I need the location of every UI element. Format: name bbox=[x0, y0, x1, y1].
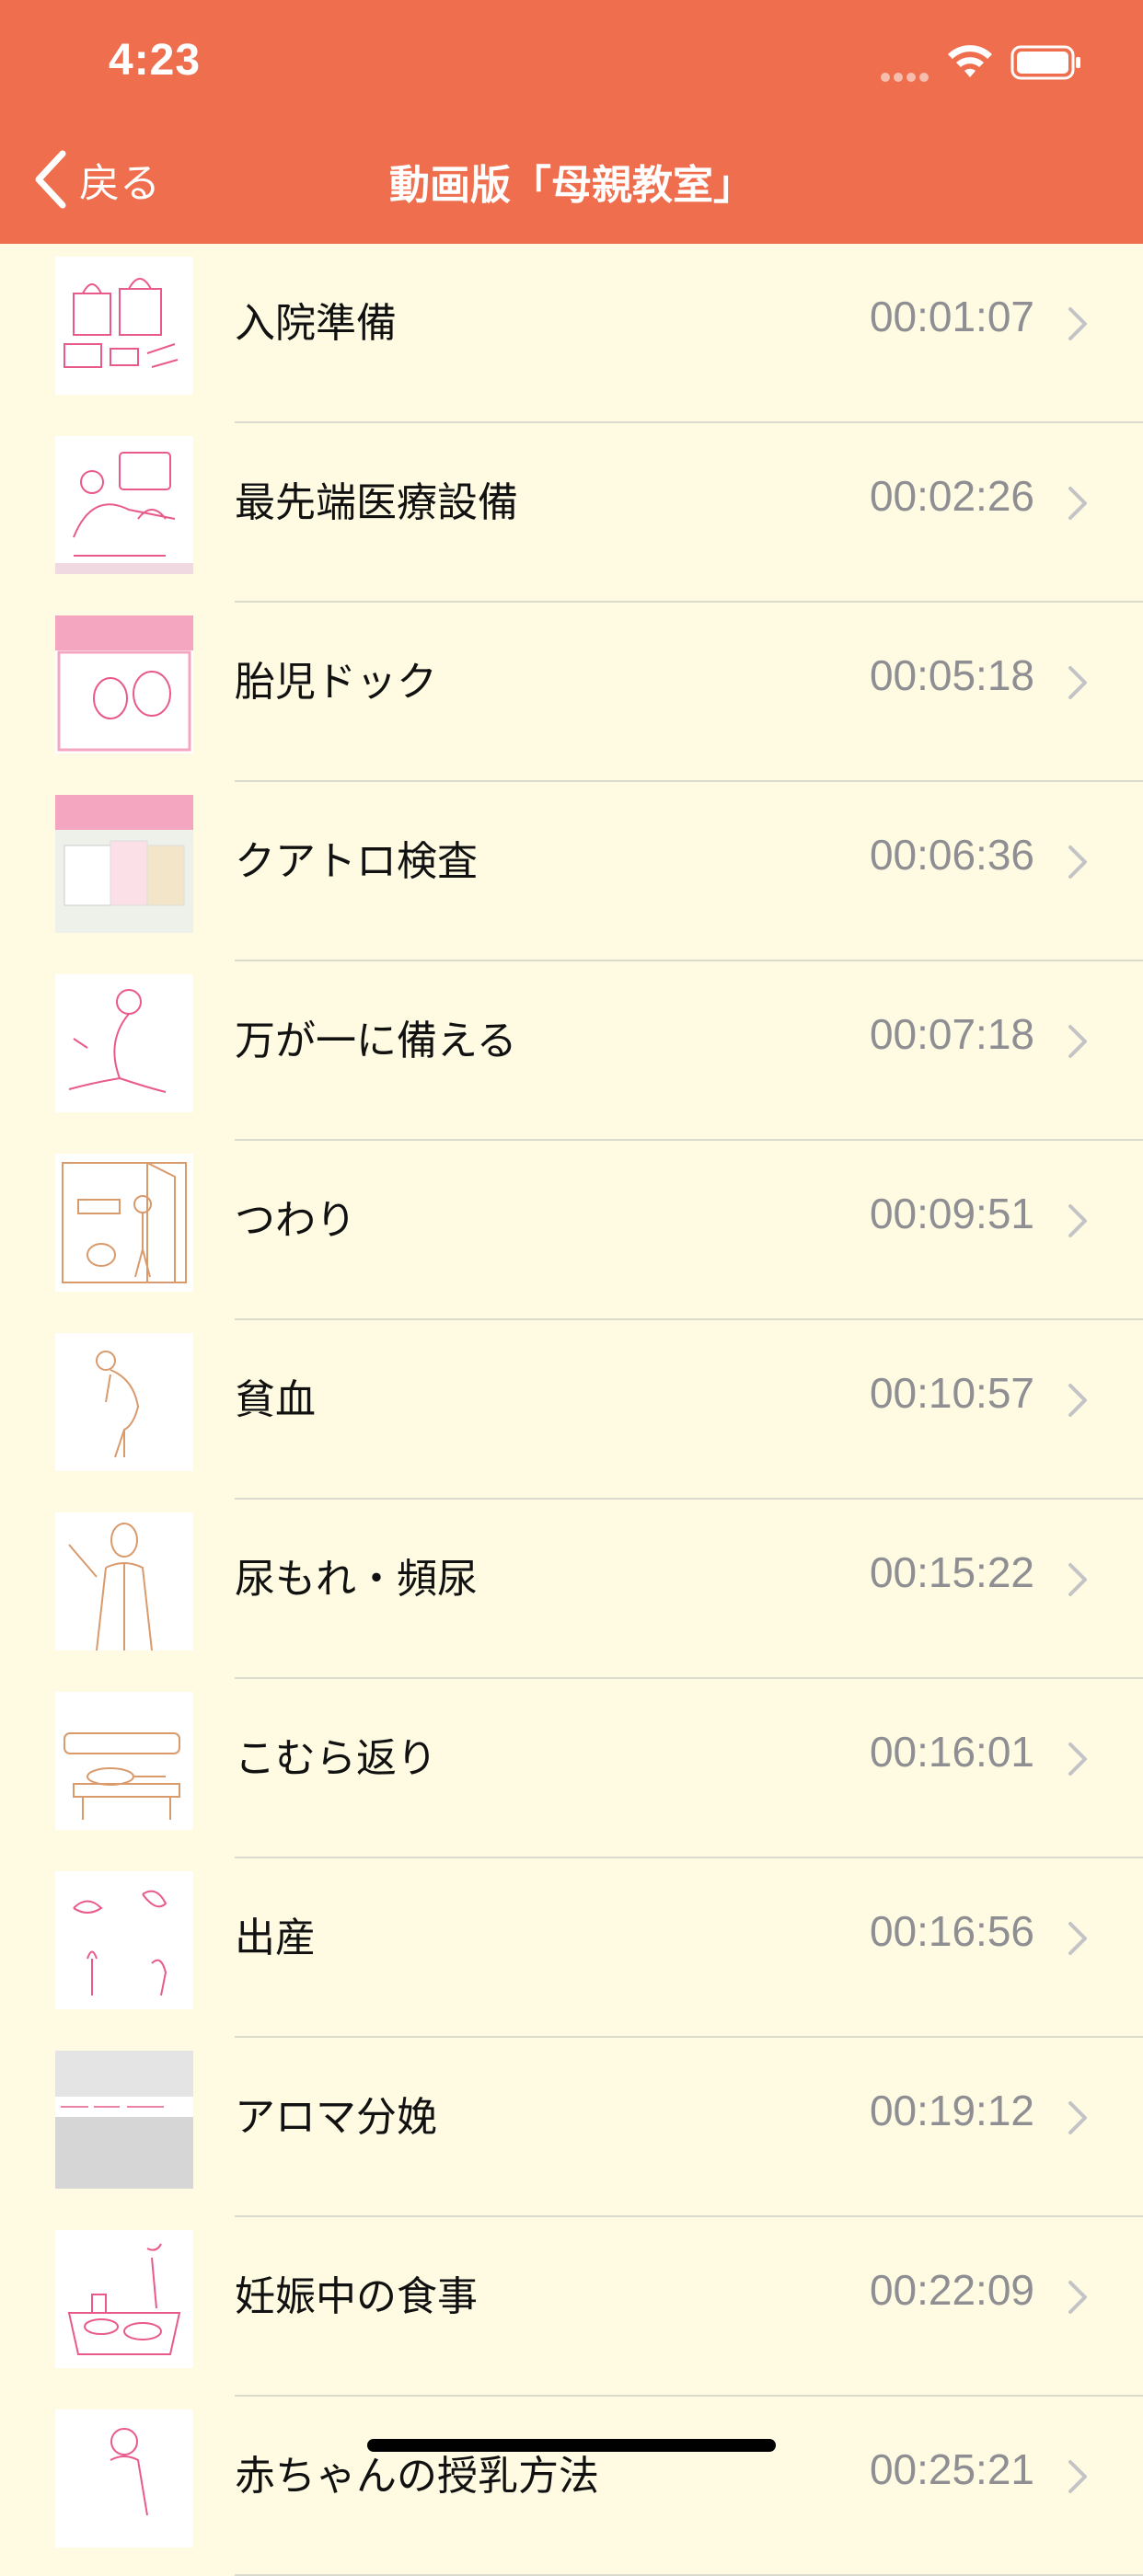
list-item[interactable]: アロマ分娩 00:19:12 bbox=[0, 2038, 1143, 2217]
page-title: 動画版「母親教室」 bbox=[389, 162, 754, 209]
list-item[interactable]: 貧血 00:10:57 bbox=[0, 1320, 1143, 1500]
item-duration: 00:09:51 bbox=[869, 1190, 1034, 1237]
item-duration: 00:25:21 bbox=[869, 2445, 1034, 2493]
status-time: 4:23 bbox=[109, 36, 202, 85]
item-title: クアトロ検査 bbox=[235, 838, 478, 885]
video-thumbnail bbox=[55, 1333, 193, 1471]
chevron-right-icon bbox=[1068, 1563, 1087, 1596]
video-thumbnail bbox=[55, 2409, 193, 2547]
chevron-right-icon bbox=[1068, 2460, 1087, 2493]
item-duration: 00:02:26 bbox=[869, 472, 1034, 520]
item-duration: 00:01:07 bbox=[869, 293, 1034, 340]
list-item[interactable]: つわり 00:09:51 bbox=[0, 1141, 1143, 1320]
item-title: 入院準備 bbox=[235, 300, 397, 347]
list-item[interactable]: こむら返り 00:16:01 bbox=[0, 1679, 1143, 1858]
item-duration: 00:22:09 bbox=[869, 2266, 1034, 2314]
video-list: 入院準備 00:01:07 最先端医療設備 00:02:26 胎児ドック 00:… bbox=[0, 244, 1143, 2576]
item-title: 妊娠中の食事 bbox=[235, 2273, 478, 2320]
chevron-right-icon bbox=[1068, 1204, 1087, 1237]
chevron-right-icon bbox=[1068, 666, 1087, 699]
video-thumbnail bbox=[55, 2051, 193, 2189]
home-indicator[interactable] bbox=[367, 2439, 776, 2452]
item-title: 万が一に備える bbox=[235, 1018, 517, 1064]
video-thumbnail bbox=[55, 1512, 193, 1650]
chevron-right-icon bbox=[1068, 1025, 1087, 1058]
chevron-right-icon bbox=[1068, 1384, 1087, 1417]
video-thumbnail bbox=[55, 974, 193, 1112]
list-item[interactable]: 最先端医療設備 00:02:26 bbox=[0, 423, 1143, 603]
chevron-right-icon bbox=[1068, 307, 1087, 340]
video-thumbnail bbox=[55, 1692, 193, 1830]
item-duration: 00:15:22 bbox=[869, 1548, 1034, 1596]
item-duration: 00:07:18 bbox=[869, 1010, 1034, 1058]
chevron-right-icon bbox=[1068, 1922, 1087, 1955]
item-title: つわり bbox=[235, 1197, 356, 1244]
list-item[interactable]: 万が一に備える 00:07:18 bbox=[0, 961, 1143, 1141]
chevron-right-icon bbox=[1068, 1742, 1087, 1776]
chevron-right-icon bbox=[1068, 845, 1087, 879]
item-duration: 00:10:57 bbox=[869, 1369, 1034, 1417]
item-duration: 00:16:56 bbox=[869, 1907, 1034, 1955]
list-item[interactable]: 胎児ドック 00:05:18 bbox=[0, 603, 1143, 782]
item-duration: 00:16:01 bbox=[869, 1728, 1034, 1776]
navigation-header: 4:23 戻る 動画版「母親教室」 bbox=[0, 0, 1143, 244]
chevron-right-icon bbox=[1068, 487, 1087, 520]
chevron-right-icon bbox=[1068, 2281, 1087, 2314]
video-thumbnail bbox=[55, 436, 193, 574]
item-title: 出産 bbox=[235, 1915, 316, 1961]
list-item[interactable]: クアトロ検査 00:06:36 bbox=[0, 782, 1143, 961]
item-title: 胎児ドック bbox=[235, 659, 437, 706]
list-item[interactable]: 出産 00:16:56 bbox=[0, 1858, 1143, 2038]
wifi-icon bbox=[948, 45, 992, 77]
video-thumbnail bbox=[55, 2230, 193, 2368]
video-thumbnail bbox=[55, 1154, 193, 1292]
cellular-signal-icon bbox=[881, 68, 932, 82]
list-item[interactable]: 赤ちゃんの授乳方法 00:25:21 bbox=[0, 2397, 1143, 2576]
video-thumbnail bbox=[55, 615, 193, 753]
video-thumbnail bbox=[55, 257, 193, 395]
video-thumbnail bbox=[55, 795, 193, 933]
item-title: アロマ分娩 bbox=[235, 2094, 437, 2141]
item-title: 貧血 bbox=[235, 1376, 316, 1423]
list-item[interactable]: 入院準備 00:01:07 bbox=[0, 244, 1143, 423]
item-title: 尿もれ・頻尿 bbox=[235, 1556, 478, 1603]
item-title: こむら返り bbox=[235, 1735, 437, 1782]
list-item[interactable]: 尿もれ・頻尿 00:15:22 bbox=[0, 1500, 1143, 1679]
item-duration: 00:19:12 bbox=[869, 2087, 1034, 2134]
list-item[interactable]: 妊娠中の食事 00:22:09 bbox=[0, 2217, 1143, 2397]
item-duration: 00:06:36 bbox=[869, 831, 1034, 879]
chevron-right-icon bbox=[1068, 2101, 1087, 2134]
video-thumbnail bbox=[55, 1871, 193, 2009]
item-duration: 00:05:18 bbox=[869, 651, 1034, 699]
item-title: 最先端医療設備 bbox=[235, 479, 518, 526]
battery-icon bbox=[1010, 45, 1080, 80]
